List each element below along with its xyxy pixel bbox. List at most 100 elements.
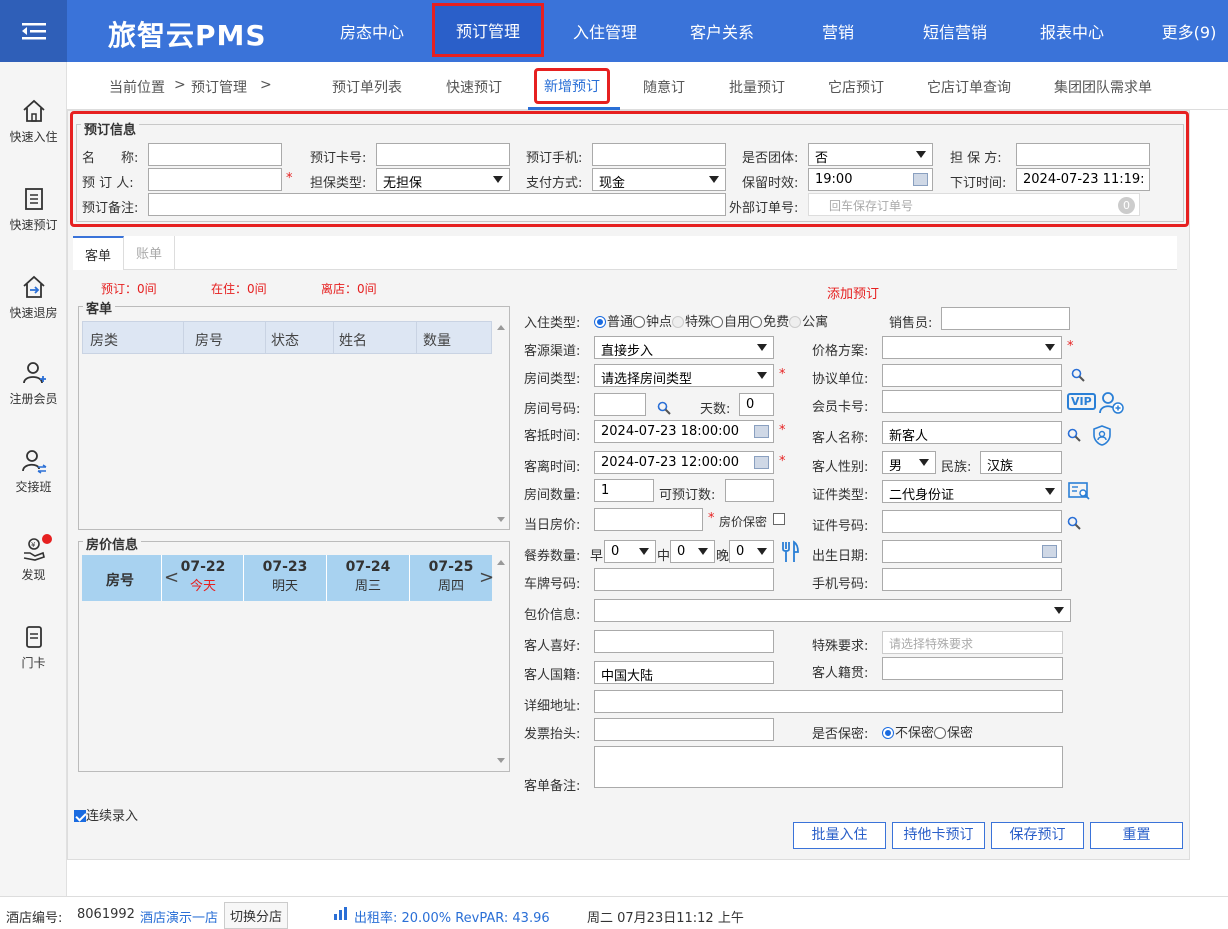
add-reservation-link[interactable]: 添加预订 (827, 283, 879, 302)
order-time-input[interactable]: 2024-07-23 11:19: (1016, 168, 1150, 191)
nav-sms-marketing[interactable]: 短信营销 (900, 0, 1010, 62)
scroll-down-arrow[interactable] (497, 758, 505, 763)
room-no-input[interactable] (594, 393, 646, 416)
save-reservation-button[interactable]: 保存预订 (991, 822, 1084, 849)
subnav-order-list[interactable]: 预订单列表 (332, 77, 402, 97)
payment-select[interactable]: 现金 (592, 168, 726, 191)
continuous-checkbox[interactable] (74, 810, 86, 822)
dinner-select[interactable]: 0 (729, 540, 774, 563)
guest-name-input[interactable]: 新客人 (882, 421, 1062, 444)
nav-room-status[interactable]: 房态中心 (320, 0, 424, 62)
fork-knife-icon[interactable] (780, 540, 800, 564)
shield-user-icon[interactable] (1092, 425, 1112, 446)
nav-reports[interactable]: 报表中心 (1020, 0, 1124, 62)
sidebar-item-shift-handover[interactable]: 交接班 (0, 448, 67, 495)
avail-input[interactable] (725, 479, 774, 502)
subnav-quick-reserve[interactable]: 快速预订 (446, 77, 502, 97)
reset-button[interactable]: 重置 (1090, 822, 1183, 849)
day-price-input[interactable] (594, 508, 703, 531)
id-scan-icon[interactable] (1068, 482, 1090, 500)
add-member-icon[interactable] (1098, 391, 1124, 415)
group-select[interactable]: 否 (808, 143, 933, 166)
price-plan-select[interactable] (882, 336, 1062, 359)
other-card-reserve-button[interactable]: 持他卡预订 (892, 822, 985, 849)
arrive-input[interactable]: 2024-07-23 18:00:00 (594, 420, 774, 443)
switch-store-button[interactable]: 切换分店 (224, 902, 289, 929)
sales-input[interactable] (941, 307, 1070, 330)
subnav-batch[interactable]: 批量预订 (729, 77, 785, 97)
radio-secret[interactable]: 保密 (934, 726, 973, 741)
gender-select[interactable]: 男 (882, 451, 936, 474)
id-type-select[interactable]: 二代身份证 (882, 480, 1062, 503)
depart-input[interactable]: 2024-07-23 12:00:00 (594, 451, 774, 474)
name-input[interactable] (148, 143, 282, 166)
hold-time-input[interactable]: 19:00 (808, 168, 933, 191)
phone-input[interactable] (592, 143, 726, 166)
nav-checkin[interactable]: 入住管理 (552, 0, 658, 62)
subnav-new-reserve[interactable]: 新增预订 (534, 68, 610, 104)
breakfast-select[interactable]: 0 (604, 540, 656, 563)
mobile-input[interactable] (882, 568, 1062, 591)
id-no-input[interactable] (882, 510, 1062, 533)
guest-remark-textarea[interactable] (594, 746, 1063, 788)
batch-checkin-button[interactable]: 批量入住 (793, 822, 886, 849)
menu-toggle-icon[interactable] (0, 0, 67, 62)
sidebar-item-register-member[interactable]: 注册会员 (0, 360, 67, 407)
continuous-entry[interactable]: 连续录入 (74, 805, 138, 824)
vip-icon[interactable]: VIP (1067, 393, 1096, 410)
card-input[interactable] (376, 143, 510, 166)
guarantee-type-select[interactable]: 无担保 (376, 168, 510, 191)
invoice-input[interactable] (594, 718, 774, 741)
calendar-icon[interactable] (1042, 545, 1057, 558)
tab-guest-order[interactable]: 客单 (73, 236, 124, 270)
occupancy-stats[interactable]: 出租率: 20.00% RevPAR: 43.96 (354, 907, 550, 926)
origin-input[interactable] (882, 657, 1063, 680)
days-input[interactable]: 0 (739, 393, 774, 416)
ethnic-input[interactable]: 汉族 (980, 451, 1062, 474)
address-input[interactable] (594, 690, 1063, 713)
tab-bill[interactable]: 账单 (124, 236, 175, 270)
search-icon[interactable] (1071, 368, 1085, 382)
search-icon[interactable] (657, 401, 671, 415)
package-select[interactable] (594, 599, 1071, 622)
sidebar-item-door-card[interactable]: 门卡 (0, 624, 67, 671)
birth-input[interactable] (882, 540, 1062, 563)
nav-crm[interactable]: 客户关系 (668, 0, 776, 62)
sidebar-item-discover[interactable]: ¥ 发现 (0, 534, 67, 583)
calendar-icon[interactable] (754, 456, 769, 469)
radio-hourly[interactable]: 钟点 (633, 315, 672, 330)
agreement-input[interactable] (882, 364, 1062, 387)
calendar-icon[interactable] (754, 425, 769, 438)
radio-special[interactable]: 特殊 (672, 315, 711, 330)
search-icon[interactable] (1067, 516, 1081, 530)
plate-input[interactable] (594, 568, 774, 591)
radio-not-secret[interactable]: 不保密 (882, 726, 934, 741)
nav-reservation[interactable]: 预订管理 (432, 3, 544, 57)
scroll-down-arrow[interactable] (497, 517, 505, 522)
price-next-button[interactable]: > (479, 567, 494, 588)
radio-normal[interactable]: 普通 (594, 315, 633, 330)
room-count-input[interactable]: 1 (594, 479, 654, 502)
search-icon[interactable] (1067, 428, 1081, 442)
sidebar-item-quick-reserve[interactable]: 快速预订 (0, 186, 67, 233)
booker-input[interactable] (148, 168, 282, 191)
subnav-other-store-query[interactable]: 它店订单查询 (927, 77, 1011, 97)
guarantor-input[interactable] (1016, 143, 1150, 166)
subnav-other-store[interactable]: 它店预订 (828, 77, 884, 97)
preference-input[interactable] (594, 630, 774, 653)
radio-apartment[interactable]: 公寓 (789, 315, 828, 330)
price-prev-button[interactable]: < (164, 567, 179, 588)
special-input[interactable]: 请选择特殊要求 (882, 631, 1063, 654)
lunch-select[interactable]: 0 (670, 540, 715, 563)
ext-order-input[interactable]: 回车保存订单号 0 (808, 193, 1140, 216)
scroll-up-arrow[interactable] (497, 560, 505, 565)
radio-free[interactable]: 免费 (750, 315, 789, 330)
sidebar-item-quick-checkin[interactable]: 快速入住 (0, 98, 67, 145)
sidebar-item-quick-checkout[interactable]: 快速退房 (0, 274, 67, 321)
calendar-icon[interactable] (913, 173, 928, 186)
price-secret-checkbox[interactable] (773, 513, 785, 525)
subnav-group-demand[interactable]: 集团团队需求单 (1054, 77, 1152, 97)
subnav-casual[interactable]: 随意订 (643, 77, 685, 97)
room-type-select[interactable]: 请选择房间类型 (594, 364, 774, 387)
hotel-name-link[interactable]: 酒店演示一店 (140, 907, 218, 926)
